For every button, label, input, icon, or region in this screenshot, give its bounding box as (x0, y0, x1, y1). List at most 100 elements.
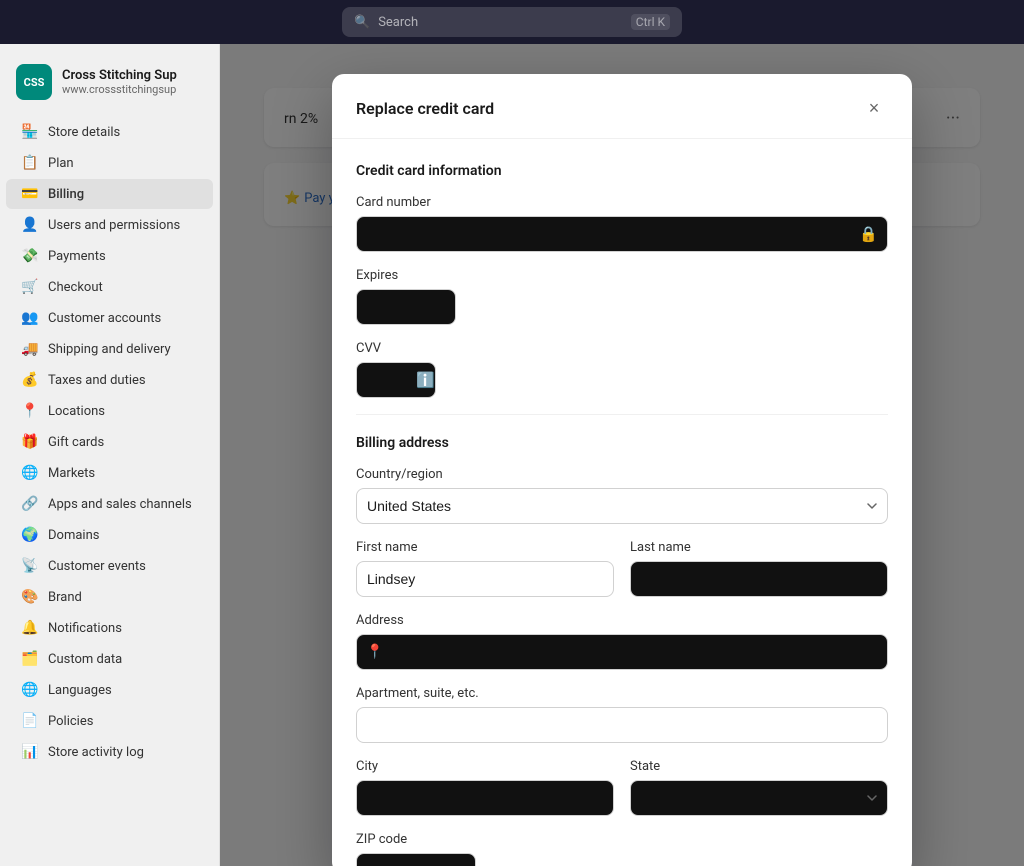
sidebar-item-notifications[interactable]: 🔔 Notifications (6, 613, 213, 643)
city-group: City (356, 759, 614, 816)
sidebar-label-billing: Billing (48, 187, 84, 202)
modal-close-button[interactable]: × (860, 94, 888, 122)
content-area: ··· rn 2% ⭐ Pay yearly, save $120/year R… (220, 44, 1024, 866)
sidebar-item-store-activity[interactable]: 📊 Store activity log (6, 737, 213, 767)
sidebar-label-shipping: Shipping and delivery (48, 342, 171, 357)
customer-accounts-icon: 👥 (22, 310, 38, 326)
credit-card-section-title: Credit card information (356, 163, 888, 179)
sidebar-label-checkout: Checkout (48, 280, 103, 295)
expires-input[interactable] (356, 289, 456, 325)
sidebar-item-markets[interactable]: 🌐 Markets (6, 458, 213, 488)
sidebar-item-domains[interactable]: 🌍 Domains (6, 520, 213, 550)
address-input-wrapper: 📍 (356, 634, 888, 670)
sidebar-item-custom-data[interactable]: 🗂️ Custom data (6, 644, 213, 674)
custom-data-icon: 🗂️ (22, 651, 38, 667)
city-input[interactable] (356, 780, 614, 816)
first-name-input[interactable] (356, 561, 614, 597)
card-number-label: Card number (356, 195, 888, 210)
sidebar-label-store-details: Store details (48, 125, 120, 140)
card-number-input[interactable] (356, 216, 888, 252)
sidebar-item-users-permissions[interactable]: 👤 Users and permissions (6, 210, 213, 240)
state-label: State (630, 759, 888, 774)
store-details-icon: 🏪 (22, 124, 38, 140)
sidebar-item-checkout[interactable]: 🛒 Checkout (6, 272, 213, 302)
country-label: Country/region (356, 467, 888, 482)
last-name-label: Last name (630, 540, 888, 555)
country-select[interactable]: United States Canada United Kingdom (356, 488, 888, 524)
apartment-input[interactable] (356, 707, 888, 743)
last-name-col: Last name (630, 540, 888, 613)
sidebar-item-billing[interactable]: 💳 Billing (6, 179, 213, 209)
zip-group: ZIP code (356, 832, 888, 866)
sidebar-item-policies[interactable]: 📄 Policies (6, 706, 213, 736)
store-avatar: CSS (16, 64, 52, 100)
store-url: www.crossstitchingsup (62, 83, 203, 96)
languages-icon: 🌐 (22, 682, 38, 698)
address-input[interactable] (356, 634, 888, 670)
sidebar-label-users: Users and permissions (48, 218, 180, 233)
policies-icon: 📄 (22, 713, 38, 729)
brand-icon: 🎨 (22, 589, 38, 605)
modal-body: Credit card information Card number 🔒 Ex… (332, 139, 912, 866)
card-number-input-wrapper: 🔒 (356, 216, 888, 252)
sidebar-item-gift-cards[interactable]: 🎁 Gift cards (6, 427, 213, 457)
sidebar-item-locations[interactable]: 📍 Locations (6, 396, 213, 426)
checkout-icon: 🛒 (22, 279, 38, 295)
sidebar-label-gift-cards: Gift cards (48, 435, 104, 450)
country-group: Country/region United States Canada Unit… (356, 467, 888, 524)
location-pin-icon: 📍 (366, 644, 383, 660)
address-label: Address (356, 613, 888, 628)
expires-group: Expires (356, 268, 888, 325)
sidebar-item-shipping[interactable]: 🚚 Shipping and delivery (6, 334, 213, 364)
store-info: Cross Stitching Sup www.crossstitchingsu… (62, 68, 203, 96)
sidebar-item-customer-events[interactable]: 📡 Customer events (6, 551, 213, 581)
card-number-group: Card number 🔒 (356, 195, 888, 252)
store-header: CSS Cross Stitching Sup www.crossstitchi… (0, 56, 219, 116)
store-name: Cross Stitching Sup (62, 68, 203, 83)
sidebar-label-apps: Apps and sales channels (48, 497, 192, 512)
sidebar-label-payments: Payments (48, 249, 106, 264)
cvv-input[interactable] (356, 362, 436, 398)
first-name-col: First name (356, 540, 614, 613)
apartment-label: Apartment, suite, etc. (356, 686, 888, 701)
modal-header: Replace credit card × (332, 74, 912, 139)
state-col: State (630, 759, 888, 832)
sidebar-item-languages[interactable]: 🌐 Languages (6, 675, 213, 705)
sidebar-item-plan[interactable]: 📋 Plan (6, 148, 213, 178)
domains-icon: 🌍 (22, 527, 38, 543)
last-name-input[interactable] (630, 561, 888, 597)
shipping-icon: 🚚 (22, 341, 38, 357)
sidebar: CSS Cross Stitching Sup www.crossstitchi… (0, 44, 220, 866)
sidebar-item-customer-accounts[interactable]: 👥 Customer accounts (6, 303, 213, 333)
state-select[interactable] (630, 780, 888, 816)
store-activity-icon: 📊 (22, 744, 38, 760)
sidebar-label-markets: Markets (48, 466, 95, 481)
sidebar-item-payments[interactable]: 💸 Payments (6, 241, 213, 271)
sidebar-label-notifications: Notifications (48, 621, 122, 636)
expires-label: Expires (356, 268, 888, 283)
sidebar-label-brand: Brand (48, 590, 82, 605)
sidebar-item-store-details[interactable]: 🏪 Store details (6, 117, 213, 147)
payments-icon: 💸 (22, 248, 38, 264)
billing-icon: 💳 (22, 186, 38, 202)
top-bar: 🔍 Search Ctrl K (0, 0, 1024, 44)
billing-section-title: Billing address (356, 435, 888, 451)
markets-icon: 🌐 (22, 465, 38, 481)
search-bar[interactable]: 🔍 Search Ctrl K (342, 7, 682, 37)
sidebar-item-brand[interactable]: 🎨 Brand (6, 582, 213, 612)
cvv-label: CVV (356, 341, 888, 356)
last-name-group: Last name (630, 540, 888, 597)
users-icon: 👤 (22, 217, 38, 233)
sidebar-label-custom-data: Custom data (48, 652, 122, 667)
sidebar-item-taxes[interactable]: 💰 Taxes and duties (6, 365, 213, 395)
search-icon: 🔍 (354, 15, 370, 30)
apps-icon: 🔗 (22, 496, 38, 512)
first-name-label: First name (356, 540, 614, 555)
sidebar-item-apps[interactable]: 🔗 Apps and sales channels (6, 489, 213, 519)
cvv-input-wrapper: ℹ️ (356, 362, 888, 398)
city-col: City (356, 759, 614, 832)
zip-label: ZIP code (356, 832, 888, 847)
modal-overlay: Replace credit card × Credit card inform… (220, 44, 1024, 866)
sidebar-label-domains: Domains (48, 528, 99, 543)
zip-input[interactable] (356, 853, 476, 866)
